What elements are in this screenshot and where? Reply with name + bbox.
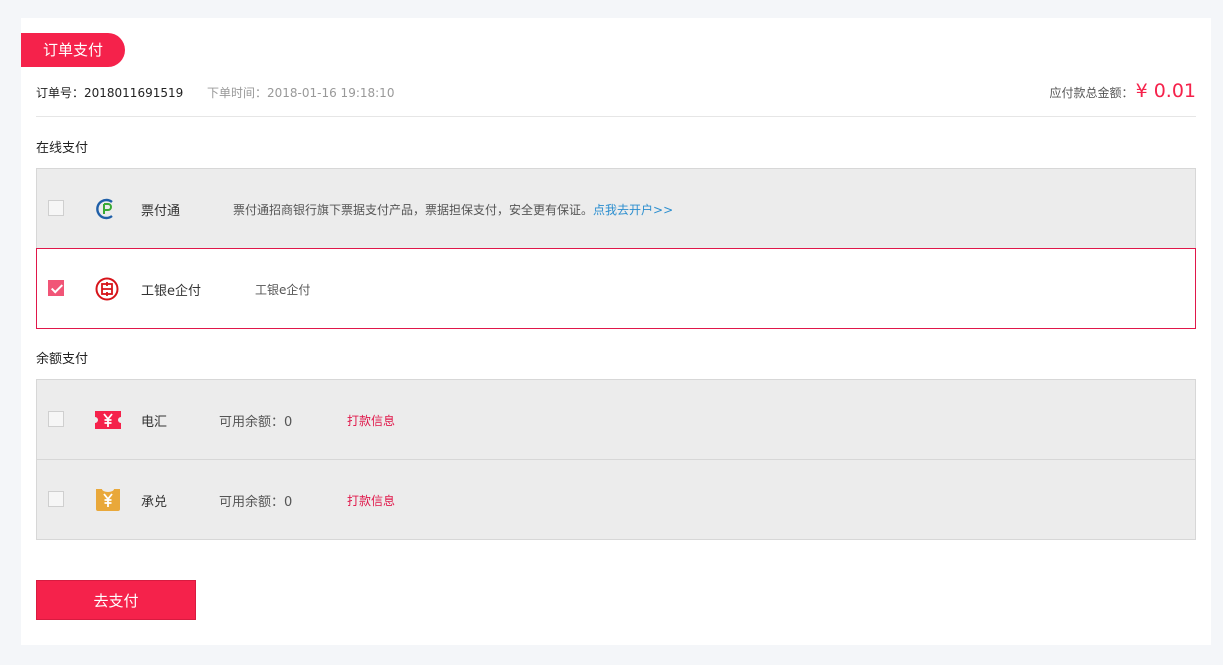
remittance-info-link[interactable]: 打款信息 [347,412,395,429]
page-title: 订单支付 [21,33,125,67]
pay-button[interactable]: 去支付 [36,580,196,620]
payment-description: 票付通招商银行旗下票据支付产品，票据担保支付，安全更有保证。点我去开户>> [233,201,673,218]
online-section-title: 在线支付 [36,141,89,156]
payment-option-wire[interactable]: 电汇 可用余额：0 打款信息 [37,380,1195,460]
order-info: 订单号：2018011691519 下单时间：2018-01-16 19:18:… [36,80,1196,117]
pft-logo-icon [96,198,113,220]
payment-name: 票付通 [141,204,181,219]
order-number: 订单号：2018011691519 [36,86,184,100]
balance-payment-list: 电汇 可用余额：0 打款信息 承兑 可用余额：0 打款信息 [36,379,1196,540]
open-account-link[interactable]: 点我去开户>> [593,203,673,217]
online-payment-list: 票付通 票付通招商银行旗下票据支付产品，票据担保支付，安全更有保证。点我去开户>… [36,168,1196,329]
available-balance: 可用余额：0 [219,415,293,430]
payment-description: 工银e企付 [255,283,311,297]
icbc-logo-icon [95,277,119,301]
order-time: 下单时间：2018-01-16 19:18:10 [207,86,395,100]
checkbox[interactable] [48,411,64,427]
checkbox-checked[interactable] [48,280,64,296]
payment-panel: 订单支付 订单号：2018011691519 下单时间：2018-01-16 1… [21,18,1211,645]
checkbox[interactable] [48,491,64,507]
payment-name: 电汇 [141,415,168,430]
total-amount: ¥ 0.01 [1135,80,1196,102]
payment-option-icbc[interactable]: 工银e企付 工银e企付 [36,248,1196,329]
balance-section-title: 余额支付 [36,352,89,367]
wire-yen-icon [95,411,121,429]
checkbox[interactable] [48,200,64,216]
payment-name: 工银e企付 [141,284,201,299]
payment-option-pft[interactable]: 票付通 票付通招商银行旗下票据支付产品，票据担保支付，安全更有保证。点我去开户>… [37,169,1195,249]
available-balance: 可用余额：0 [219,495,293,510]
payment-option-acceptance[interactable]: 承兑 可用余额：0 打款信息 [37,460,1195,539]
description-text: 票付通招商银行旗下票据支付产品，票据担保支付，安全更有保证。 [233,203,594,217]
remittance-info-link[interactable]: 打款信息 [347,492,395,509]
total-label: 应付款总金额： [1049,86,1134,100]
payment-name: 承兑 [141,495,168,510]
acceptance-yen-icon [96,489,120,511]
total-amount-block: 应付款总金额： ¥ 0.01 [1050,80,1196,102]
